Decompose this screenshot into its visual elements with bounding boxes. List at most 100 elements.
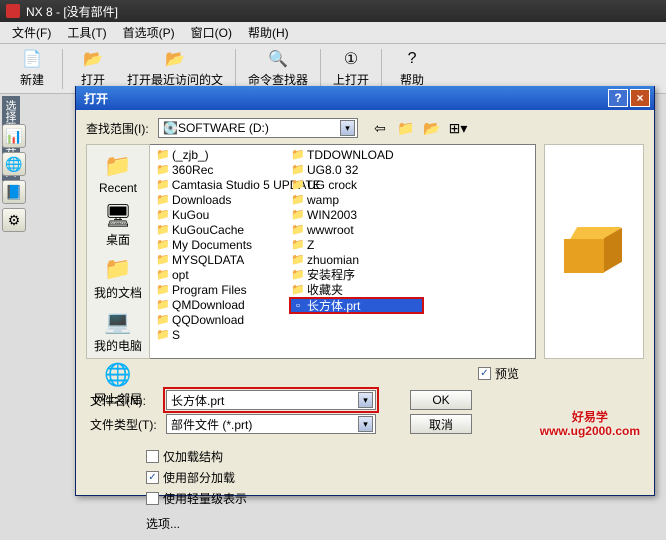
folder-icon: 📁 [156,238,170,252]
folder-item[interactable]: 📁opt [154,267,289,282]
dialog-help-button[interactable]: ? [608,89,628,107]
tool-new[interactable]: 📄新建 [6,46,58,92]
folder-item[interactable]: 📁KuGou [154,207,289,222]
place-mydocs[interactable]: 📁我的文档 [94,252,142,303]
newfolder-icon[interactable]: 📂 [422,119,442,137]
separator [62,49,63,89]
filetype-dropdown[interactable]: 部件文件 (*.prt) ▾ [166,414,376,434]
folder-icon: 📁 [291,253,305,267]
tool-finder[interactable]: 🔍命令查找器 [240,46,316,92]
folder-item[interactable]: 📁My Documents [154,237,289,252]
place-desktop[interactable]: 🖥桌面 [102,199,134,250]
viewmenu-icon[interactable]: ⊞▾ [448,119,468,137]
nav-icons: ⇦ 📁 📂 ⊞▾ [370,119,468,137]
side-icon4[interactable]: ⚙ [2,208,26,232]
folder-item[interactable]: 📁安装程序 [289,267,424,282]
menu-file[interactable]: 文件(F) [4,24,59,41]
folder-item[interactable]: 📁QMDownload [154,297,289,312]
separator [320,49,321,89]
back-icon[interactable]: ⇦ [370,119,390,137]
folder-item[interactable]: 📁TDDOWNLOAD [289,147,424,162]
dialog-close-button[interactable]: × [630,89,650,107]
side-icon3[interactable]: 📘 [2,180,26,204]
opt-lightweight[interactable]: 使用轻量级表示 [146,490,644,507]
tool-recent[interactable]: 📂打开最近访问的文 [119,46,231,92]
menu-help[interactable]: 帮助(H) [240,24,297,41]
options-link[interactable]: 选项... [146,515,644,532]
filename-field[interactable]: 长方体.prt ▾ [166,390,376,410]
folder-item[interactable]: 📁360Rec [154,162,289,177]
lookin-dropdown[interactable]: 💽 SOFTWARE (D:) ▾ [158,118,358,138]
folder-item[interactable]: 📁zhuomian [289,252,424,267]
folder-icon: 📁 [291,178,305,192]
app-title: NX 8 - [没有部件] [26,3,118,20]
preview-label: 预览 [495,365,519,382]
folder-item[interactable]: 📁WIN2003 [289,207,424,222]
cancel-button[interactable]: 取消 [410,414,472,434]
folder-icon: 📁 [156,223,170,237]
dialog-titlebar: 打开 ? × [76,86,654,110]
recent-folder-icon: 📁 [102,151,134,181]
folder-icon: 📁 [156,298,170,312]
preview-thumbnail [564,227,624,277]
folder-item[interactable]: 📁wwwroot [289,222,424,237]
folder-icon: 📁 [156,178,170,192]
file-item-selected[interactable]: ▫长方体.prt [289,297,424,314]
folder-item[interactable]: 📁wamp [289,192,424,207]
preview-pane [544,144,644,359]
filename-label: 文件名(N): [86,392,166,409]
folder-icon: 📁 [156,253,170,267]
file-list[interactable]: 📁(_zjb_)📁360Rec📁Camtasia Studio 5 UPDATE… [150,144,536,359]
folder-icon: 📁 [156,148,170,162]
chevron-down-icon: ▾ [358,392,373,408]
separator [381,49,382,89]
folder-item[interactable]: 📁KuGouCache [154,222,289,237]
side-icon1[interactable]: 📊 [2,124,26,148]
lookin-label: 查找范围(I): [86,120,158,137]
folder-item[interactable]: 📁UG8.0 32 [289,162,424,177]
dialog-title: 打开 [80,90,606,107]
folder-icon: 📁 [291,148,305,162]
side-icon2[interactable]: 🌐 [2,152,26,176]
folder-item[interactable]: 📁Downloads [154,192,289,207]
preview-checkbox[interactable]: ✓ [478,367,491,380]
tool-iopen[interactable]: ①上打开 [325,46,377,92]
up-icon[interactable]: 📁 [396,119,416,137]
opt-partial-load[interactable]: ✓使用部分加载 [146,469,644,486]
ok-button[interactable]: OK [410,390,472,410]
folder-item[interactable]: 📁Camtasia Studio 5 UPDATE [154,177,289,192]
chevron-down-icon: ▾ [340,120,355,136]
folder-icon: 📁 [156,268,170,282]
place-recent[interactable]: 📁Recent [99,149,137,197]
app-titlebar: NX 8 - [没有部件] [0,0,666,22]
place-mycomp[interactable]: 💻我的电脑 [94,305,142,356]
folder-icon: 📁 [291,193,305,207]
open-icon: 📂 [83,49,103,69]
desktop-icon: 🖥 [102,201,134,231]
folder-item[interactable]: 📁收藏夹 [289,282,424,297]
folder-item[interactable]: 📁Z [289,237,424,252]
app-icon [6,4,20,18]
folder-icon: 📁 [291,268,305,282]
watermark: 好易学 www.ug2000.com [540,410,640,439]
folder-icon: 📁 [291,223,305,237]
menu-tools[interactable]: 工具(T) [59,24,114,41]
folder-item[interactable]: 📁Program Files [154,282,289,297]
new-icon: 📄 [22,49,42,69]
menu-prefs[interactable]: 首选项(P) [115,24,183,41]
filetype-value: 部件文件 (*.prt) [171,416,358,433]
folder-icon: 📁 [291,163,305,177]
separator [235,49,236,89]
tool-help[interactable]: ?帮助 [386,46,438,92]
folder-item[interactable]: 📁(_zjb_) [154,147,289,162]
folder-item[interactable]: 📁MYSQLDATA [154,252,289,267]
opt-load-structure[interactable]: 仅加载结构 [146,448,644,465]
tool-open[interactable]: 📂打开 [67,46,119,92]
folder-icon: 📁 [156,193,170,207]
network-icon: 🌐 [102,360,134,390]
folder-item[interactable]: 📁QQDownload [154,312,289,327]
help-icon: ? [402,49,422,69]
menu-window[interactable]: 窗口(O) [183,24,240,41]
folder-item[interactable]: 📁UG crock [289,177,424,192]
folder-item[interactable]: 📁S [154,327,289,342]
